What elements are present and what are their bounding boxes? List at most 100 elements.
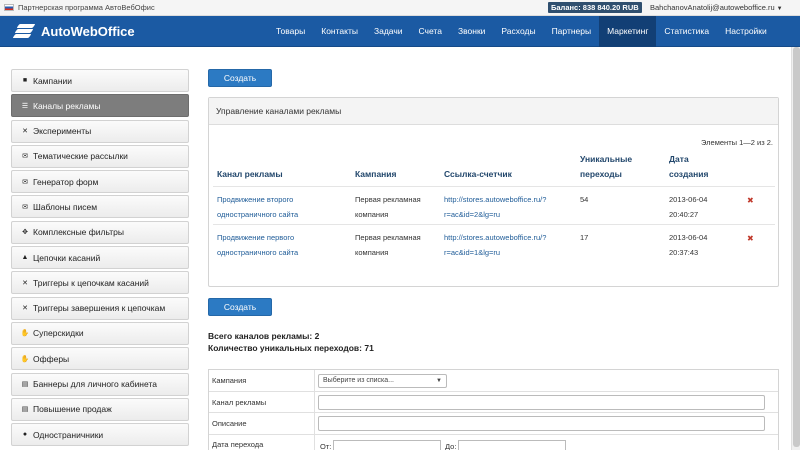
- filter-form: Кампания Выберите из списка... ▼ Канал р…: [208, 369, 779, 450]
- sidebar-item-7[interactable]: ▲ Цепочки касаний: [11, 246, 189, 270]
- partner-program-link[interactable]: Партнерская программа АвтоВебОфис: [4, 3, 155, 12]
- sidebar-item-label: Каналы рекламы: [33, 100, 101, 111]
- sidebar-item-12[interactable]: ▤ Баннеры для личного кабинета: [11, 372, 189, 396]
- sidebar-item-label: Комплексные фильтры: [33, 227, 124, 238]
- nav-item-1[interactable]: Контакты: [313, 16, 366, 47]
- sidebar: ■ Кампании ☰ Каналы рекламы ✕ Эксперименты ✉ Те…: [11, 69, 189, 448]
- channel-label: Канал рекламы: [212, 398, 267, 407]
- shuffle-icon: ✕: [22, 128, 28, 136]
- channel-input[interactable]: [318, 395, 765, 410]
- create-button[interactable]: Создать: [208, 69, 272, 87]
- sidebar-item-label: Кампании: [33, 75, 73, 86]
- campaign-line-2: компания: [355, 248, 389, 257]
- column-header-unique-line-1: Уникальные: [580, 154, 633, 164]
- tracking-link[interactable]: http://stores.autowebofficе.ru/? r=ac&id…: [444, 230, 546, 260]
- column-header-unique[interactable]: Уникальные переходы: [580, 152, 632, 182]
- column-header-date-line-2: создания: [669, 169, 709, 179]
- header-divider: [213, 186, 775, 187]
- sidebar-item-11[interactable]: ✋ Офферы: [11, 347, 189, 371]
- main-navbar: AutoWebOffice Товары Контакты Задачи Счета З…: [0, 16, 800, 47]
- campaign-line-1: Первая рекламная: [355, 195, 421, 204]
- created-date-cell: 2013-06-04 20:37:43: [669, 230, 707, 260]
- tracking-link-line-2: r=ac&id=1&lg=ru: [444, 248, 501, 257]
- nav-item-4[interactable]: Звонки: [450, 16, 493, 47]
- sidebar-item-3[interactable]: ✉ Тематические рассылки: [11, 144, 189, 168]
- sidebar-item-label: Тематические рассылки: [33, 151, 128, 162]
- page-scrollbar[interactable]: [791, 47, 800, 450]
- date-from-label: От:: [320, 442, 332, 450]
- campaign-select[interactable]: Выберите из списка... ▼: [318, 374, 447, 388]
- channel-name-line-2: одностраничного сайта: [217, 248, 299, 257]
- date-from-input[interactable]: [333, 440, 441, 450]
- brand-name: AutoWebOffice: [41, 23, 135, 39]
- sidebar-item-2[interactable]: ✕ Эксперименты: [11, 119, 189, 143]
- created-date-line-2: 20:40:27: [669, 210, 699, 219]
- nav-item-8[interactable]: Статистика: [656, 16, 717, 47]
- globe-icon: ●: [22, 431, 28, 439]
- nav-item-3[interactable]: Счета: [411, 16, 450, 47]
- delete-icon[interactable]: ✖: [747, 196, 754, 205]
- channel-name-link[interactable]: Продвижение первого одностраничного сайт…: [217, 230, 298, 260]
- sidebar-item-13[interactable]: ▤ Повышение продаж: [11, 397, 189, 421]
- total-unique-visits: Количество уникальных переходов: 71: [208, 343, 374, 353]
- top-nav: Товары Контакты Задачи Счета Звонки Расходы Па…: [268, 16, 775, 47]
- hand-icon: ✋: [20, 330, 30, 338]
- row-divider: [213, 224, 775, 225]
- campaign-label: Кампания: [212, 376, 247, 385]
- move-icon: ✥: [22, 229, 28, 237]
- logo-icon: [12, 23, 36, 39]
- channel-name-link[interactable]: Продвижение второго одностраничного сайт…: [217, 192, 298, 222]
- pagination-summary: Элементы 1—2 из 2.: [701, 138, 773, 147]
- channels-panel: Управление каналами рекламы Элементы 1—2…: [208, 97, 779, 287]
- nav-item-6[interactable]: Партнеры: [544, 16, 600, 47]
- sidebar-item-10[interactable]: ✋ Суперскидки: [11, 321, 189, 345]
- sidebar-item-1[interactable]: ☰ Каналы рекламы: [11, 94, 189, 118]
- date-to-input[interactable]: [458, 440, 566, 450]
- nav-item-9[interactable]: Настройки: [717, 16, 775, 47]
- date-to-label: До:: [445, 442, 457, 450]
- date-label: Дата перехода: [212, 440, 264, 449]
- scrollbar-thumb[interactable]: [793, 47, 800, 447]
- campaign-cell: Первая рекламная компания: [355, 192, 421, 222]
- brand-logo[interactable]: AutoWebOffice: [12, 23, 135, 39]
- sidebar-item-4[interactable]: ✉ Генератор форм: [11, 170, 189, 194]
- column-header-channel[interactable]: Канал рекламы: [217, 167, 283, 182]
- sidebar-item-label: Эксперименты: [33, 126, 92, 137]
- envelope-icon: ✉: [22, 153, 28, 161]
- nav-item-7[interactable]: Маркетинг: [599, 16, 657, 47]
- nav-item-2[interactable]: Задачи: [366, 16, 411, 47]
- campaign-cell: Первая рекламная компания: [355, 230, 421, 260]
- sidebar-item-5[interactable]: ✉ Шаблоны писем: [11, 195, 189, 219]
- column-header-unique-line-2: переходы: [580, 169, 622, 179]
- nav-item-5[interactable]: Расходы: [493, 16, 543, 47]
- campaign-line-1: Первая рекламная: [355, 233, 421, 242]
- column-header-campaign[interactable]: Кампания: [355, 167, 397, 182]
- create-button-bottom[interactable]: Создать: [208, 298, 272, 316]
- channel-name-line-1: Продвижение первого: [217, 233, 295, 242]
- sidebar-item-9[interactable]: ✕ Триггеры завершения к цепочкам: [11, 296, 189, 320]
- flag-icon: [4, 4, 14, 11]
- sidebar-item-label: Офферы: [33, 353, 70, 364]
- nav-item-0[interactable]: Товары: [268, 16, 313, 47]
- column-header-date-line-1: Дата: [669, 154, 689, 164]
- print-icon: ▤: [21, 381, 29, 389]
- description-input[interactable]: [318, 416, 765, 431]
- unique-visits-cell: 54: [580, 195, 589, 204]
- sidebar-item-label: Баннеры для личного кабинета: [33, 379, 157, 390]
- created-date-cell: 2013-06-04 20:40:27: [669, 192, 707, 222]
- sidebar-item-14[interactable]: ● Одностраничники: [11, 423, 189, 447]
- sidebar-item-6[interactable]: ✥ Комплексные фильтры: [11, 220, 189, 244]
- envelope-icon: ✉: [22, 203, 28, 211]
- column-header-date[interactable]: Дата создания: [669, 152, 708, 182]
- sidebar-item-8[interactable]: ✕ Триггеры к цепочкам касаний: [11, 271, 189, 295]
- tracking-link[interactable]: http://stores.autowebofficе.ru/? r=ac&id…: [444, 192, 546, 222]
- channel-name-line-2: одностраничного сайта: [217, 210, 299, 219]
- tracking-link-line-1: http://stores.autowebofficе.ru/?: [444, 233, 547, 242]
- shuffle-icon: ✕: [22, 305, 28, 313]
- delete-icon[interactable]: ✖: [747, 234, 754, 243]
- description-label: Описание: [212, 419, 247, 428]
- campaign-line-2: компания: [355, 210, 389, 219]
- user-menu[interactable]: BahchanovAnatolij@autowebofficе.ru ▼: [650, 3, 783, 12]
- form-row-date: Дата перехода От: До:: [209, 435, 778, 450]
- sidebar-item-0[interactable]: ■ Кампании: [11, 69, 189, 92]
